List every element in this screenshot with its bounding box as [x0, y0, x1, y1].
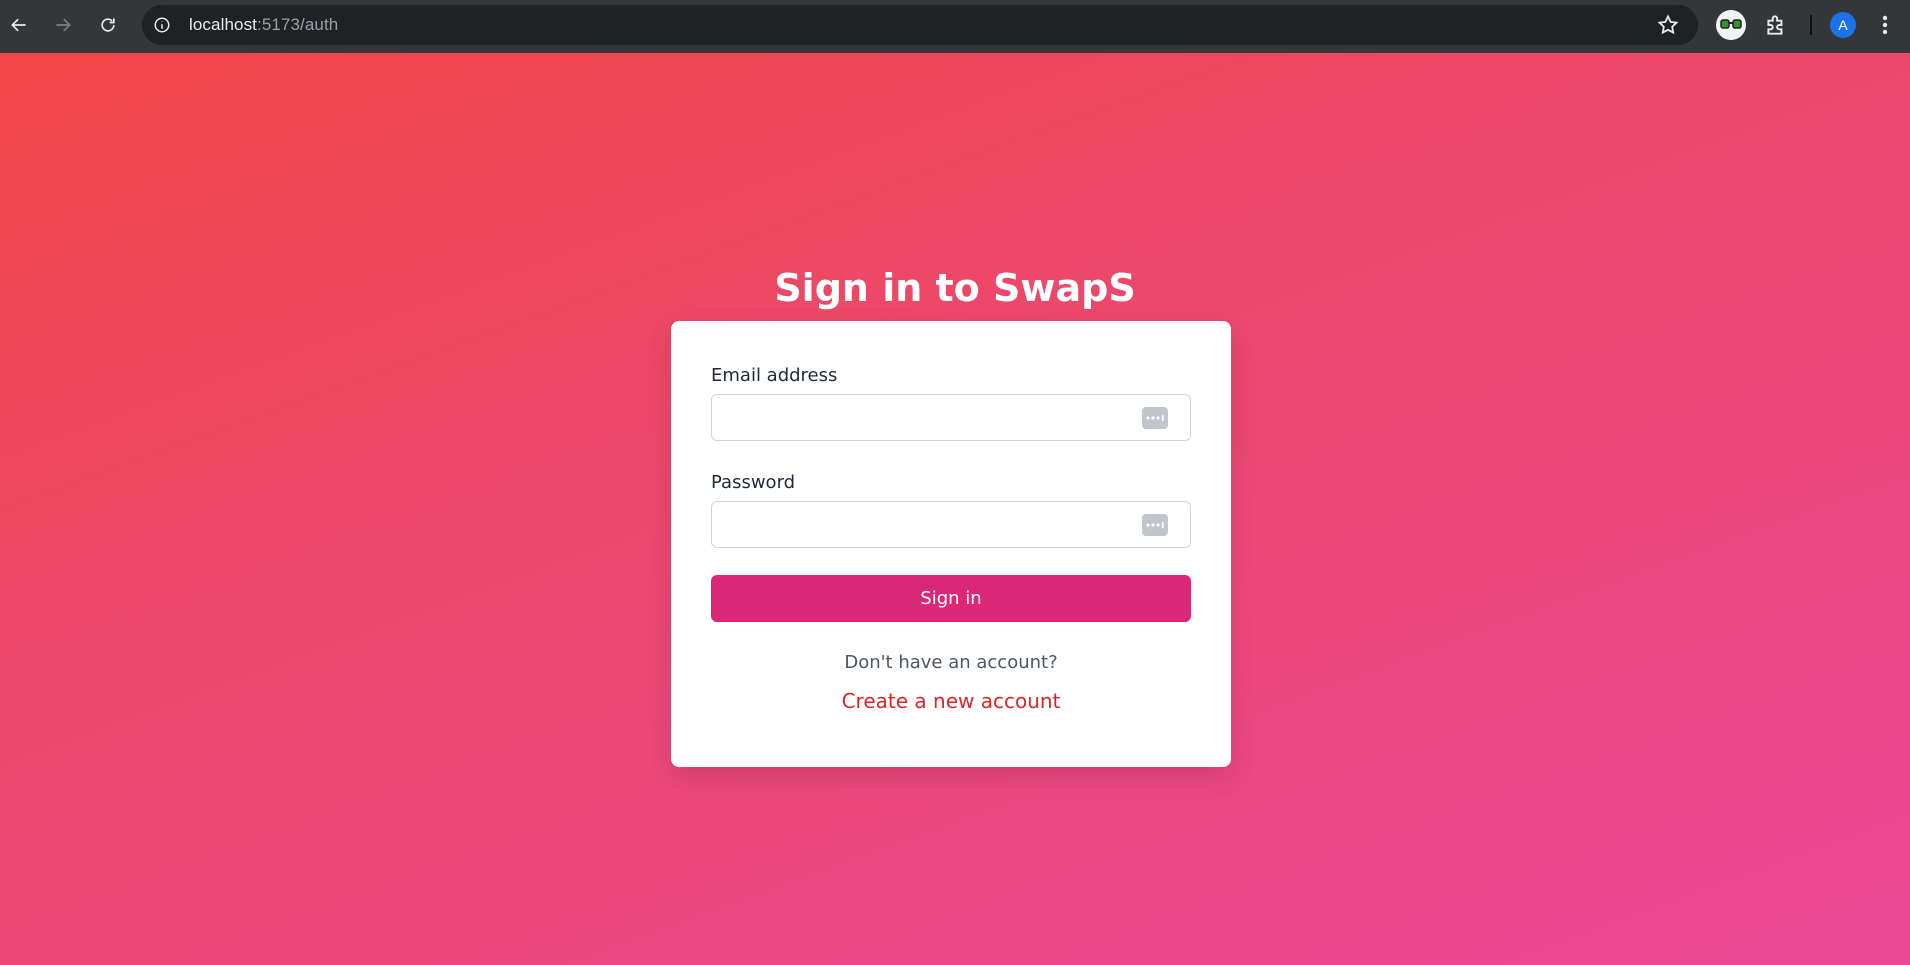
password-field-wrapper: [711, 501, 1191, 548]
no-account-prompt: Don't have an account?: [844, 652, 1058, 673]
reload-button[interactable]: [86, 3, 130, 47]
more-vertical-icon: [1882, 15, 1888, 35]
password-manager-icon[interactable]: [1142, 407, 1168, 429]
sign-in-card: Email address Password Sign in Don't hav…: [671, 321, 1231, 767]
email-field[interactable]: [712, 395, 1190, 440]
password-label: Password: [711, 472, 796, 493]
auth-page: Sign in to SwapS Email address Password …: [0, 53, 1910, 965]
browser-toolbar: localhost:5173/auth A: [0, 0, 1910, 53]
toolbar-divider: [1810, 15, 1812, 35]
password-manager-icon[interactable]: [1142, 514, 1168, 536]
arrow-left-icon: [11, 18, 26, 32]
address-bar[interactable]: localhost:5173/auth: [142, 5, 1698, 45]
email-field-wrapper: [711, 394, 1191, 441]
url-text[interactable]: localhost:5173/auth: [189, 15, 338, 35]
email-label: Email address: [711, 365, 838, 386]
url-host: localhost: [189, 15, 257, 34]
arrow-right-icon: [56, 18, 71, 32]
profile-avatar[interactable]: A: [1830, 12, 1856, 38]
create-account-link[interactable]: Create a new account: [671, 689, 1231, 713]
url-path: :5173/auth: [257, 15, 339, 34]
extension-glasses-icon[interactable]: [1716, 10, 1746, 40]
page-title: Sign in to SwapS: [774, 266, 1136, 310]
sign-in-button[interactable]: Sign in: [711, 575, 1191, 622]
browser-menu-button[interactable]: [1872, 12, 1898, 38]
reload-icon: [101, 18, 115, 32]
bookmark-star-icon[interactable]: [1656, 13, 1680, 37]
site-info-icon[interactable]: [145, 8, 179, 42]
forward-button[interactable]: [41, 3, 85, 47]
password-field[interactable]: [712, 502, 1190, 547]
glasses-icon: [1720, 19, 1742, 29]
extensions-puzzle-icon[interactable]: [1763, 12, 1789, 38]
back-button[interactable]: [0, 3, 41, 47]
